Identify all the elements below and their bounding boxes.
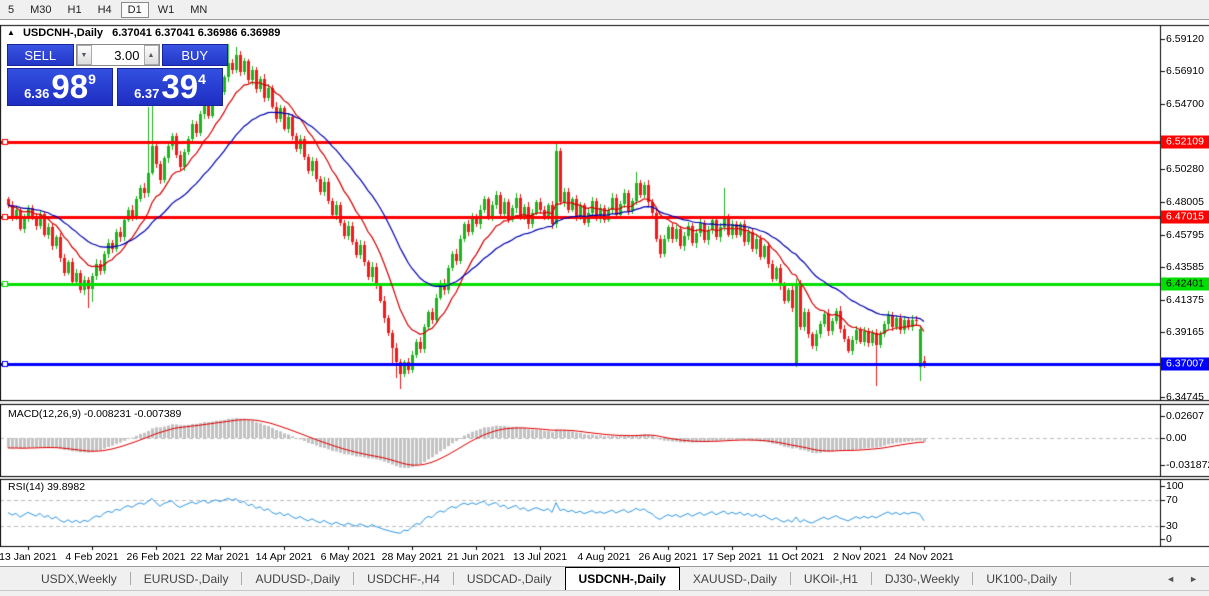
- macd-indicator-label: MACD(12,26,9) -0.008231 -0.007389: [8, 408, 181, 420]
- tab-audusd-daily[interactable]: AUDUSD-,Daily: [242, 567, 353, 590]
- rsi-axis-tick: 0: [1166, 533, 1172, 545]
- buy-button[interactable]: BUY: [162, 44, 229, 66]
- spinner-up-icon: ▲: [148, 52, 155, 59]
- tab-usdcnh-daily[interactable]: USDCNH-,Daily: [565, 567, 680, 590]
- date-axis-tick: 26 Aug 2021: [639, 551, 698, 563]
- chart-tab-bar: USDX,Weekly EURUSD-,Daily AUDUSD-,Daily …: [0, 566, 1209, 590]
- volume-increase-button[interactable]: ▲: [144, 45, 159, 65]
- price-axis-tick: 6.43585: [1166, 261, 1204, 273]
- sell-price-small: 6.36: [24, 86, 49, 101]
- one-click-trade-panel: SELL ▼ ▲ BUY 6.36 98 9 6.37 39 4: [7, 44, 228, 106]
- tab-ukoil-h1[interactable]: UKOil-,H1: [791, 567, 871, 590]
- sell-price-quote[interactable]: 6.36 98 9: [7, 68, 113, 106]
- date-axis-tick: 11 Oct 2021: [768, 551, 824, 563]
- level-price-label: 6.37007: [1161, 358, 1209, 371]
- date-axis-tick: 4 Feb 2021: [65, 551, 118, 563]
- chart-ohlc-values: 6.37041 6.37041 6.36986 6.36989: [112, 27, 280, 39]
- trading-terminal-window: 5 M30 H1 H4 D1 W1 MN ▲ USDCNH-,Daily 6.3…: [0, 0, 1209, 596]
- rsi-indicator-label: RSI(14) 39.8982: [8, 481, 85, 493]
- timeframe-button-mn[interactable]: MN: [183, 3, 214, 17]
- timeframe-button-m30[interactable]: M30: [23, 3, 58, 17]
- price-axis-tick: 6.59120: [1166, 33, 1204, 45]
- tab-scroll-right-button[interactable]: ►: [1182, 574, 1205, 584]
- collapse-arrow-icon[interactable]: ▲: [7, 28, 15, 37]
- date-axis-tick: 17 Sep 2021: [702, 551, 762, 563]
- timeframe-button-h4[interactable]: H4: [91, 3, 119, 17]
- rsi-axis-tick: 100: [1166, 480, 1184, 492]
- timeframe-button-m5[interactable]: 5: [1, 3, 21, 17]
- window-bottom-strip: [0, 590, 1209, 596]
- sell-price-big: 98: [51, 69, 88, 105]
- date-axis-tick: 6 May 2021: [321, 551, 376, 563]
- tab-xauusd-daily[interactable]: XAUUSD-,Daily: [680, 567, 790, 590]
- tab-eurusd-daily[interactable]: EURUSD-,Daily: [131, 567, 242, 590]
- chart-symbol-label: USDCNH-,Daily: [23, 27, 103, 39]
- buy-price-sup: 4: [198, 71, 206, 105]
- sell-button[interactable]: SELL: [7, 44, 74, 66]
- level-price-label: 6.47015: [1161, 211, 1209, 224]
- price-axis-tick: 6.56910: [1166, 65, 1204, 77]
- date-axis-tick: 28 May 2021: [382, 551, 443, 563]
- volume-decrease-button[interactable]: ▼: [77, 45, 92, 65]
- price-axis-tick: 6.54700: [1166, 98, 1204, 110]
- level-price-label: 6.52109: [1161, 136, 1209, 149]
- date-axis-tick: 24 Nov 2021: [894, 551, 954, 563]
- tab-usdx-weekly[interactable]: USDX,Weekly: [28, 567, 130, 590]
- level-price-label: 6.42401: [1161, 278, 1209, 291]
- price-axis-tick: 6.50280: [1166, 163, 1204, 175]
- date-axis-tick: 14 Apr 2021: [256, 551, 313, 563]
- sell-price-sup: 9: [88, 71, 96, 105]
- price-axis-tick: 6.41375: [1166, 294, 1204, 306]
- date-axis-tick: 22 Mar 2021: [191, 551, 250, 563]
- date-axis-tick: 21 Jun 2021: [447, 551, 505, 563]
- rsi-axis-tick: 30: [1166, 520, 1178, 532]
- date-axis-tick: 26 Feb 2021: [127, 551, 186, 563]
- price-axis-tick: 6.48005: [1166, 196, 1204, 208]
- volume-spinner: ▼ ▲: [76, 44, 160, 66]
- date-axis-tick: 13 Jan 2021: [0, 551, 57, 563]
- timeframe-button-h1[interactable]: H1: [61, 3, 89, 17]
- buy-price-big: 39: [161, 69, 198, 105]
- rsi-axis-tick: 70: [1166, 494, 1178, 506]
- timeframe-button-w1[interactable]: W1: [151, 3, 182, 17]
- timeframe-button-d1[interactable]: D1: [121, 2, 149, 18]
- price-axis-tick: 6.39165: [1166, 326, 1204, 338]
- date-axis-tick: 4 Aug 2021: [577, 551, 630, 563]
- tab-uk100-daily[interactable]: UK100-,Daily: [973, 567, 1070, 590]
- spinner-down-icon: ▼: [81, 52, 88, 59]
- tab-usdchf-h4[interactable]: USDCHF-,H4: [354, 567, 453, 590]
- buy-price-small: 6.37: [134, 86, 159, 101]
- chart-title: ▲ USDCNH-,Daily 6.37041 6.37041 6.36986 …: [7, 27, 280, 39]
- date-axis-tick: 13 Jul 2021: [513, 551, 567, 563]
- macd-axis-tick: -0.031872: [1166, 459, 1209, 471]
- timeframe-toolbar: 5 M30 H1 H4 D1 W1 MN: [0, 0, 1209, 20]
- macd-axis-tick: 0.00: [1166, 432, 1186, 444]
- macd-axis-tick: 0.02607: [1166, 410, 1204, 422]
- price-axis-tick: 6.34745: [1166, 391, 1204, 403]
- buy-price-quote[interactable]: 6.37 39 4: [117, 68, 223, 106]
- volume-input[interactable]: [92, 45, 144, 65]
- tab-usdcad-daily[interactable]: USDCAD-,Daily: [454, 567, 565, 590]
- tab-dj30-weekly[interactable]: DJ30-,Weekly: [872, 567, 972, 590]
- date-axis-tick: 2 Nov 2021: [833, 551, 887, 563]
- price-axis-tick: 6.45795: [1166, 229, 1204, 241]
- tab-scroll-left-button[interactable]: ◄: [1159, 574, 1182, 584]
